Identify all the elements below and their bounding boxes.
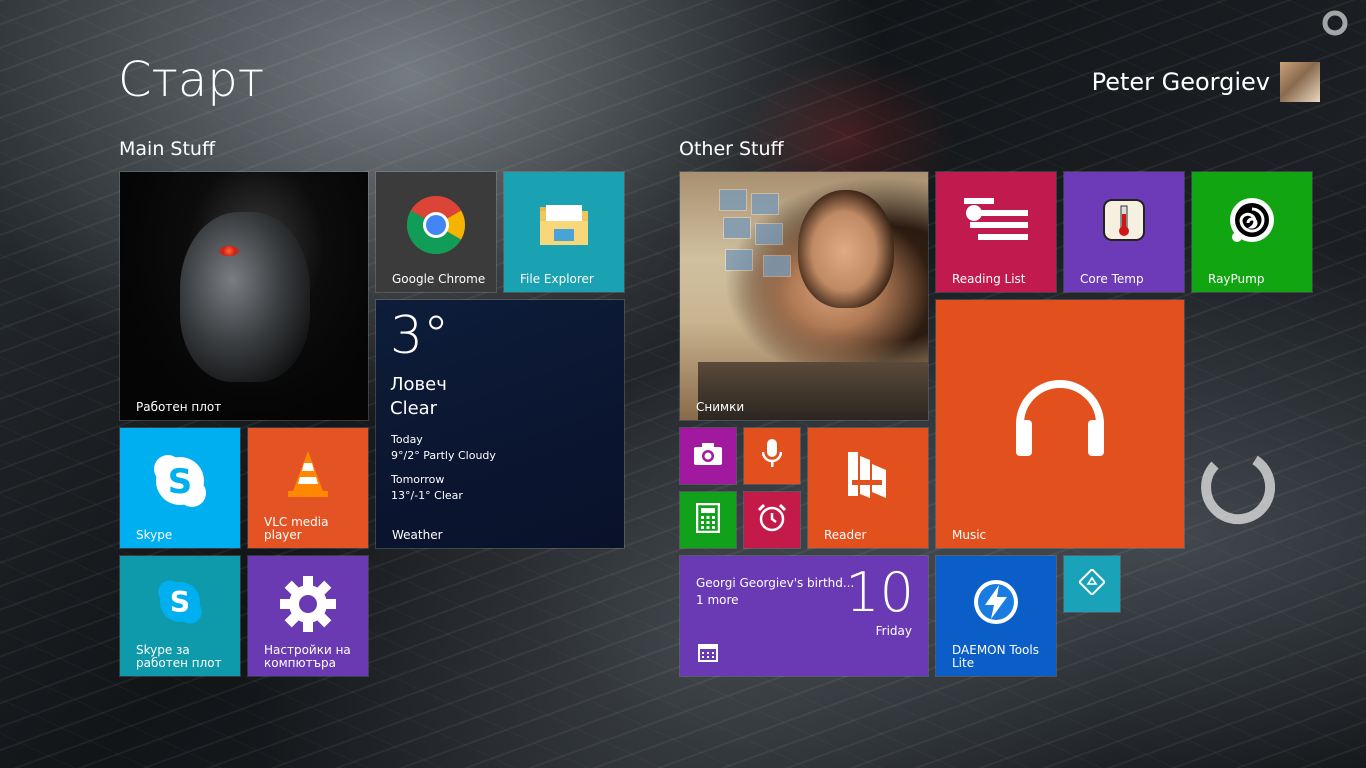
weather-today-label: Today [391, 433, 423, 446]
calendar-more-events: 1 more [696, 593, 739, 607]
tile-camera[interactable] [679, 427, 737, 485]
tile-skype[interactable]: S Skype [119, 427, 241, 549]
reader-icon [846, 450, 890, 506]
tile-pc-settings[interactable]: Настройки на компютъра [247, 555, 369, 677]
tile-reader[interactable]: Reader [807, 427, 929, 549]
skype-icon: S [150, 451, 210, 515]
raypump-icon [1227, 195, 1277, 249]
tile-label: Снимки [696, 400, 745, 414]
tile-label: Reading List [952, 272, 1026, 286]
tile-label: Weather [392, 528, 443, 542]
tile-label: File Explorer [520, 272, 594, 286]
photo-poster [719, 189, 747, 211]
tile-label: Skype [136, 528, 173, 542]
skype-icon: S [155, 577, 205, 631]
tile-file-explorer[interactable]: File Explorer [503, 171, 625, 293]
decorative-ring [1322, 10, 1348, 36]
reading-list-icon [964, 198, 1028, 246]
tile-photos[interactable]: Снимки [679, 171, 929, 421]
tile-label: DAEMON Tools Lite [952, 643, 1039, 670]
moon-icon [535, 317, 586, 417]
user-account[interactable]: Peter Georgiev [1092, 62, 1320, 102]
tile-label: VLC media player [264, 515, 329, 542]
remote-desktop-icon [1077, 567, 1107, 599]
tile-core-temp[interactable]: Core Temp [1063, 171, 1185, 293]
weather-condition: Clear [390, 398, 438, 419]
calendar-event-title: Georgi Georgiev's birthd... [696, 576, 855, 590]
weather-city: Ловеч [390, 374, 447, 395]
page-title: Старт [118, 52, 265, 108]
group-title-main[interactable]: Main Stuff [119, 138, 215, 160]
tile-label: RayPump [1208, 272, 1265, 286]
tile-google-chrome[interactable]: Google Chrome [375, 171, 497, 293]
tile-alarms[interactable] [743, 491, 801, 549]
thermometer-icon [1102, 198, 1146, 246]
alarm-clock-icon [757, 503, 787, 537]
tile-reading-list[interactable]: Reading List [935, 171, 1057, 293]
tile-label: Music [952, 528, 987, 542]
tile-daemon-tools[interactable]: DAEMON Tools Lite [935, 555, 1057, 677]
group-title-other[interactable]: Other Stuff [679, 138, 784, 160]
person-face-image [798, 190, 894, 308]
calendar-weekday: Friday [875, 624, 912, 638]
camera-icon [693, 442, 723, 470]
photo-poster [725, 249, 753, 271]
svg-text:S: S [170, 586, 190, 619]
calendar-icon [698, 644, 718, 666]
weather-today-forecast: 9°/2° Partly Cloudy [391, 449, 496, 462]
photo-poster [751, 193, 779, 215]
photo-poster [763, 255, 791, 277]
user-name: Peter Georgiev [1091, 68, 1270, 96]
tile-label: Настройки на компютъра [264, 643, 351, 670]
photo-poster [755, 223, 783, 245]
weather-tomorrow-label: Tomorrow [391, 473, 445, 486]
tile-label: Reader [824, 528, 867, 542]
tile-weather[interactable]: 3° Ловеч Clear Today 9°/2° Partly Cloudy… [375, 299, 625, 549]
folder-icon [538, 201, 590, 253]
chrome-icon [406, 195, 466, 259]
gear-icon [278, 574, 338, 638]
weather-tomorrow-forecast: 13°/-1° Clear [391, 489, 463, 502]
tile-remote-desktop[interactable] [1063, 555, 1121, 613]
weather-temperature: 3° [390, 306, 450, 366]
tile-voice-recorder[interactable] [743, 427, 801, 485]
tile-calendar[interactable]: Georgi Georgiev's birthd... 1 more 10 Fr… [679, 555, 929, 677]
tile-label: Google Chrome [392, 272, 486, 286]
tile-label: Skype за работен плот [136, 643, 222, 670]
vlc-cone-icon [285, 449, 331, 503]
microphone-icon [761, 439, 783, 473]
tile-skype-desktop[interactable]: S Skype за работен плот [119, 555, 241, 677]
wallpaper-face-image [180, 212, 310, 382]
tile-vlc[interactable]: VLC media player [247, 427, 369, 549]
tile-label: Работен плот [136, 400, 222, 414]
avatar [1280, 62, 1320, 102]
calendar-day-number: 10 [845, 561, 914, 624]
tile-desktop[interactable]: Работен плот [119, 171, 369, 421]
tile-music[interactable]: Music [935, 299, 1185, 549]
wallpaper-eye-image [218, 246, 240, 256]
headphones-icon [1010, 362, 1110, 466]
lightning-icon [973, 579, 1019, 629]
calculator-icon [695, 502, 721, 537]
decorative-ring [1201, 455, 1275, 525]
tile-label: Core Temp [1080, 272, 1144, 286]
tile-raypump[interactable]: RayPump [1191, 171, 1313, 293]
svg-text:S: S [168, 462, 193, 502]
tile-calculator[interactable] [679, 491, 737, 549]
photo-poster [723, 217, 751, 239]
